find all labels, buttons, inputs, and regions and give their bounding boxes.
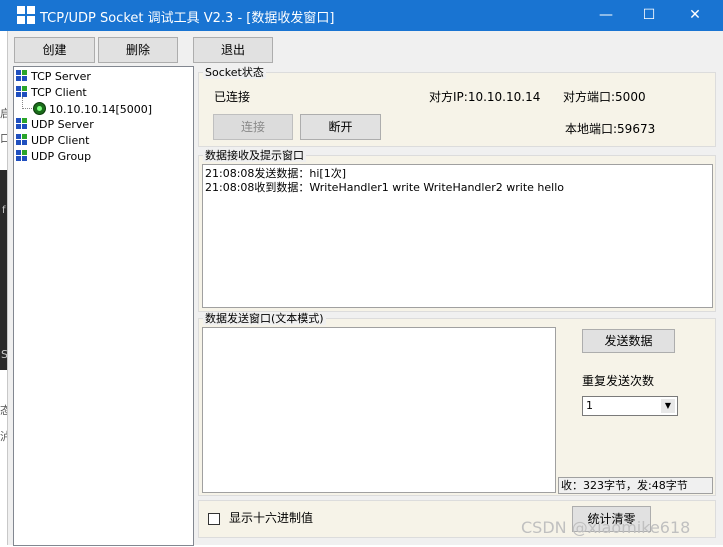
repeat-count-value: 1 — [586, 399, 593, 412]
tree-item-tcp-server[interactable]: TCP Server — [16, 70, 91, 84]
close-button[interactable]: ✕ — [672, 0, 718, 31]
delete-button[interactable]: 删除 — [98, 37, 178, 63]
connection-tree: TCP Server TCP Client 10.10.10.14[5000] … — [13, 66, 194, 546]
exit-button[interactable]: 退出 — [193, 37, 273, 63]
log-line: 21:08:08发送数据：hi[1次] — [205, 167, 347, 180]
window-title: TCP/UDP Socket 调试工具 V2.3 - [数据收发窗口] — [40, 11, 335, 26]
tree-item-label: UDP Client — [31, 134, 90, 147]
tree-item-tcp-client[interactable]: TCP Client — [16, 86, 87, 100]
local-port: 本地端口:59673 — [565, 122, 656, 136]
log-line: 21:08:08收到数据：WriteHandler1 write WriteHa… — [205, 181, 564, 194]
receive-log[interactable]: 21:08:08发送数据：hi[1次] 21:08:08收到数据：WriteHa… — [202, 164, 713, 308]
tree-item-label: TCP Server — [31, 70, 91, 83]
repeat-count-select[interactable]: 1 ▼ — [582, 396, 678, 416]
tree-connector — [22, 108, 32, 109]
hex-display-label: 显示十六进制值 — [229, 511, 314, 525]
remote-port: 对方端口:5000 — [563, 90, 646, 104]
tree-item-label: 10.10.10.14[5000] — [49, 103, 153, 116]
hex-display-checkbox[interactable] — [208, 513, 220, 525]
tree-item-label: TCP Client — [31, 86, 87, 99]
app-icon — [17, 6, 35, 24]
grid-icon — [16, 134, 28, 146]
grid-icon — [16, 118, 28, 130]
minimize-button[interactable]: — — [583, 0, 629, 31]
repeat-count-label: 重复发送次数 — [582, 374, 655, 388]
connected-icon — [33, 102, 46, 115]
title-bar[interactable]: TCP/UDP Socket 调试工具 V2.3 - [数据收发窗口] — ☐ … — [0, 0, 723, 31]
maximize-button[interactable]: ☐ — [626, 0, 672, 31]
tree-item-udp-client[interactable]: UDP Client — [16, 134, 90, 148]
socket-status-legend: Socket状态 — [203, 66, 266, 79]
create-button[interactable]: 创建 — [14, 37, 95, 63]
grid-icon — [16, 70, 28, 82]
remote-ip: 对方IP:10.10.10.14 — [429, 90, 541, 104]
send-data-button[interactable]: 发送数据 — [582, 329, 675, 353]
chevron-down-icon[interactable]: ▼ — [661, 399, 675, 413]
connection-state: 已连接 — [214, 90, 251, 104]
byte-counter: 收：323字节，发:48字节 — [558, 477, 713, 494]
tree-item-udp-group[interactable]: UDP Group — [16, 150, 91, 164]
background-fragment: f — [2, 205, 6, 216]
send-text-area[interactable] — [202, 327, 556, 493]
grid-icon — [16, 150, 28, 162]
tree-item-label: UDP Group — [31, 150, 92, 163]
send-legend: 数据发送窗口(文本模式) — [203, 312, 326, 325]
disconnect-button[interactable]: 断开 — [300, 114, 381, 140]
tree-item-connection[interactable]: 10.10.10.14[5000] — [33, 102, 152, 117]
tree-item-label: UDP Server — [31, 118, 94, 131]
receive-legend: 数据接收及提示窗口 — [203, 149, 306, 162]
watermark: CSDN @xiaomike618 — [521, 518, 691, 537]
tree-item-udp-server[interactable]: UDP Server — [16, 118, 94, 132]
connect-button[interactable]: 连接 — [213, 114, 293, 140]
